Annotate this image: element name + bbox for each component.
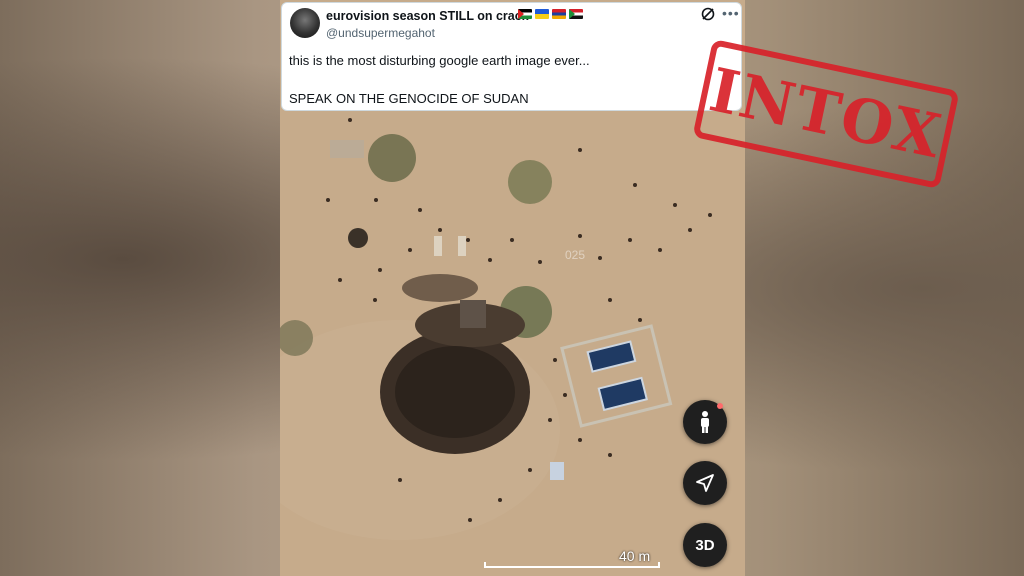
more-options-icon[interactable]: ••• xyxy=(722,5,740,21)
map-watermark: 025 xyxy=(565,248,586,262)
armenia-flag-icon xyxy=(552,9,566,19)
flag-emojis xyxy=(518,9,583,19)
display-name[interactable]: eurovision season STILL on crack xyxy=(326,9,529,23)
sudan-flag-icon xyxy=(569,9,583,19)
notification-dot xyxy=(717,403,723,409)
map-scale-bar xyxy=(484,562,660,568)
pegman-icon xyxy=(701,411,709,433)
palestine-flag-icon xyxy=(518,9,532,19)
tweet-text-line1: this is the most disturbing google earth… xyxy=(289,53,590,68)
tweet-text-line2: SPEAK ON THE GENOCIDE OF SUDAN xyxy=(289,91,529,106)
ukraine-flag-icon xyxy=(535,9,549,19)
3d-toggle-button[interactable]: 3D xyxy=(683,523,727,567)
my-location-button[interactable] xyxy=(683,461,727,505)
user-handle[interactable]: @undsupermegahot xyxy=(326,26,435,40)
tweet-card[interactable]: eurovision season STILL on crack @undsup… xyxy=(281,2,742,111)
street-view-button[interactable] xyxy=(683,400,727,444)
navigation-arrow-icon xyxy=(696,474,714,492)
avatar[interactable] xyxy=(290,8,320,38)
grok-icon[interactable] xyxy=(700,6,716,22)
